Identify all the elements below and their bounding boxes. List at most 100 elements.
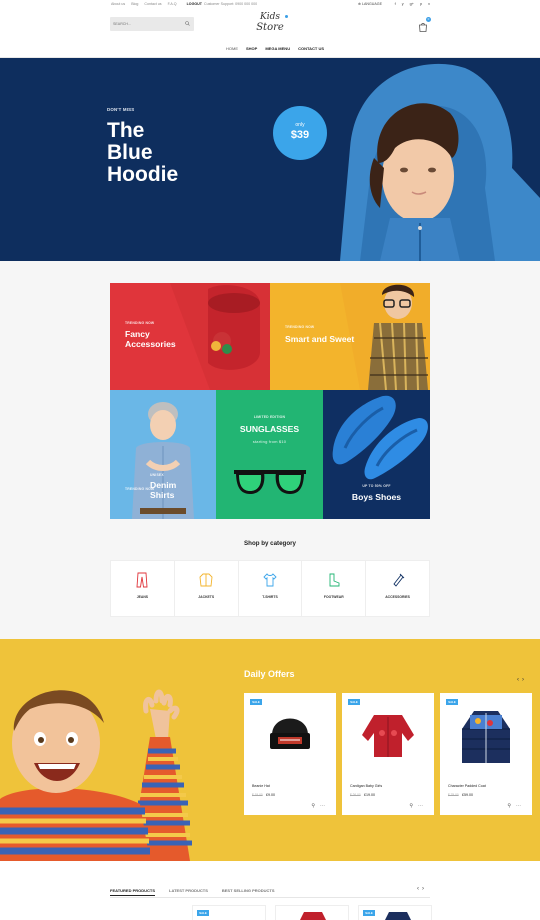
tshirt-icon — [263, 573, 277, 587]
promo-4-title: SUNGLASSES — [239, 424, 300, 434]
tab-best-selling-products[interactable]: BEST SELLING PRODUCTS — [222, 888, 275, 896]
category-tshirts[interactable]: T-SHIRTS — [239, 561, 303, 616]
category-footwear[interactable]: FOOTWEAR — [302, 561, 367, 616]
search-input[interactable] — [113, 20, 179, 28]
product-card-preview[interactable]: SALE — [192, 905, 266, 920]
promo-boys-shoes[interactable]: UP TO 50% OFF Boys Shoes — [323, 390, 430, 519]
link-logout[interactable]: LOGOUT — [187, 2, 202, 6]
promo-5-title: Boys Shoes — [351, 492, 402, 502]
support-text: Customer Support: 0900 000 000 — [204, 2, 258, 6]
add-to-cart-icon[interactable]: ⚲ — [507, 803, 516, 809]
tab-latest-products[interactable]: LATEST PRODUCTS — [169, 888, 208, 896]
hero-boy-image — [340, 63, 540, 261]
category-label: JEANS — [136, 595, 149, 599]
shopping-bag-icon — [419, 22, 427, 32]
product-name[interactable]: Cardigan Baby Girls — [350, 784, 382, 788]
sunglasses-image — [234, 470, 306, 494]
padded-coat-image — [462, 711, 510, 763]
nav-home[interactable]: HOME — [226, 46, 238, 51]
nav-shop[interactable]: SHOP — [246, 46, 257, 51]
promo-5-eyebrow: UP TO 50% OFF — [362, 484, 391, 488]
promo-denim-shirts[interactable]: TRENDING NOW UNISEX Denim Shirts — [110, 390, 216, 519]
beanie-image — [270, 718, 310, 749]
boot-icon — [329, 573, 340, 587]
promo-1-eyebrow: TRENDING NOW — [125, 321, 155, 325]
category-label: T-SHIRTS — [262, 595, 278, 599]
link-blog[interactable]: Blog — [131, 2, 138, 6]
product-tabs: FEATURED PRODUCTS LATEST PRODUCTS BEST S… — [110, 888, 275, 896]
promo-sunglasses[interactable]: LIMITED EDITION SUNGLASSES starting from… — [216, 390, 323, 519]
promo-4-eyebrow: LIMITED EDITION — [253, 415, 286, 419]
link-faq[interactable]: F.A.Q — [168, 2, 177, 6]
search-box — [110, 17, 194, 31]
promo-smart-and-sweet[interactable]: TRENDING NOW Smart and Sweet — [270, 283, 430, 390]
language-selector[interactable]: ⊕ LANGUAGE — [358, 2, 382, 6]
promo-2-eyebrow: TRENDING NOW — [285, 325, 315, 329]
more-icon[interactable]: ⋯ — [516, 803, 526, 809]
facebook-icon[interactable]: f — [395, 2, 396, 6]
category-jackets[interactable]: JACKETS — [175, 561, 239, 616]
hero-eyebrow: DON'T MISS — [107, 107, 135, 112]
category-label: FOOTWEAR — [323, 595, 344, 599]
link-about[interactable]: About us — [111, 2, 125, 6]
product-card-beanie[interactable]: SALE Beanie Hat $ 19.00 £9.00 ⚲⋯ — [244, 693, 336, 815]
product-name[interactable]: Beanie Hat — [252, 784, 270, 788]
sale-badge: SALE — [363, 910, 375, 916]
category-label: ACCESSORIES — [385, 595, 410, 599]
daily-offers-title: Daily Offers — [244, 669, 295, 679]
product-old-price: $ 26.00 — [350, 793, 361, 797]
language-label: LANGUAGE — [362, 2, 382, 6]
promo-1-title: Fancy Accessories — [125, 329, 176, 349]
category-section-title: Shop by category — [244, 540, 296, 547]
hero-title: The Blue Hoodie — [107, 119, 179, 186]
product-name[interactable]: Character Padded Coat — [448, 784, 486, 788]
blue-coat-thumb — [385, 912, 411, 920]
tabs-divider — [110, 897, 430, 898]
promo-2-title: Smart and Sweet — [285, 334, 355, 344]
product-old-price: $ 19.00 — [252, 793, 263, 797]
tabs-carousel-arrows[interactable]: ‹› — [417, 886, 427, 892]
search-icon[interactable] — [185, 21, 190, 26]
logo-line-2: Store — [256, 22, 284, 33]
pinterest-icon[interactable]: p — [420, 2, 422, 6]
top-links: About us Blog Contact us F.A.Q LOGOUT — [111, 2, 202, 6]
product-actions: ⚲⋯ — [409, 803, 428, 809]
hero-banner[interactable]: DON'T MISS The Blue Hoodie only $39 — [0, 58, 540, 261]
cardigan-image — [362, 715, 414, 757]
product-actions: ⚲⋯ — [311, 803, 330, 809]
red-jacket-thumb — [300, 912, 326, 920]
promo-4-subtitle: starting from $10 — [252, 439, 287, 444]
jacket-icon — [199, 573, 213, 587]
vimeo-icon[interactable]: v — [428, 2, 430, 6]
product-price: £19.00 — [364, 793, 375, 797]
category-label: JACKETS — [198, 595, 215, 599]
product-actions: ⚲⋯ — [507, 803, 526, 809]
add-to-cart-icon[interactable]: ⚲ — [409, 803, 418, 809]
store-logo[interactable]: Kids Store — [248, 12, 292, 42]
cart-button[interactable]: 0 — [418, 17, 431, 32]
add-to-cart-icon[interactable]: ⚲ — [311, 803, 320, 809]
product-price: £9.00 — [266, 793, 275, 797]
promo-fancy-accessories[interactable]: TRENDING NOW Fancy Accessories — [110, 283, 270, 390]
product-card-preview[interactable] — [275, 905, 349, 920]
cart-count-badge: 0 — [426, 17, 431, 22]
product-card-cardigan[interactable]: SALE Cardigan Baby Girls $ 26.00 £19.00 … — [342, 693, 434, 815]
promo-3-unisex: UNISEX — [150, 473, 164, 477]
product-card-preview[interactable]: SALE — [358, 905, 432, 920]
link-contact[interactable]: Contact us — [144, 2, 161, 6]
offers-carousel-arrows[interactable]: ‹› — [517, 677, 527, 683]
product-card-padded-coat[interactable]: SALE Character Padded Coat $ 79.00 £59.0… — [440, 693, 532, 815]
product-old-price: $ 79.00 — [448, 793, 459, 797]
more-icon[interactable]: ⋯ — [418, 803, 428, 809]
nav-mega-menu[interactable]: MEGA MENU — [265, 46, 290, 51]
more-icon[interactable]: ⋯ — [320, 803, 330, 809]
google-plus-icon[interactable]: g+ — [410, 2, 414, 6]
twitter-icon[interactable]: y — [402, 2, 404, 6]
tie-icon — [392, 573, 404, 587]
nav-contact-us[interactable]: CONTACT US — [298, 46, 324, 51]
waving-boy-image — [0, 689, 192, 861]
tab-featured-products[interactable]: FEATURED PRODUCTS — [110, 888, 156, 896]
category-accessories[interactable]: ACCESSORIES — [366, 561, 429, 616]
category-jeans[interactable]: JEANS — [111, 561, 175, 616]
daily-offers-section: Daily Offers ‹› SALE Beanie Hat $ 19.00 … — [0, 639, 540, 861]
